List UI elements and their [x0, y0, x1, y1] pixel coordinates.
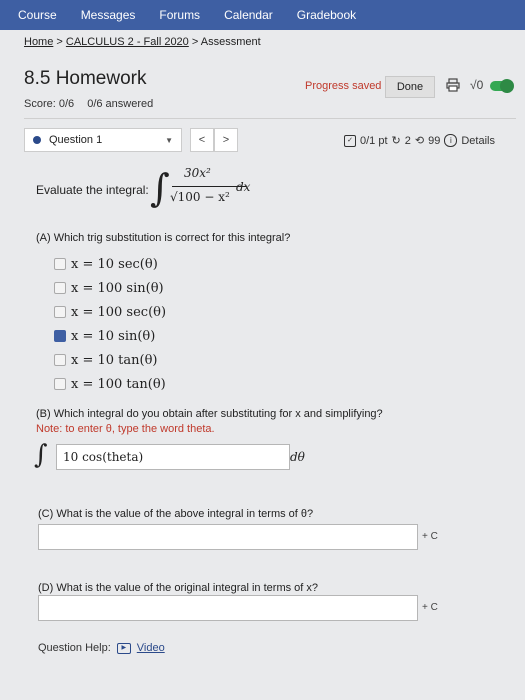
breadcrumb-sep: > [191, 36, 199, 48]
part-c-input[interactable] [38, 524, 418, 550]
evaluate-label: Evaluate the integral: [36, 183, 149, 197]
part-d-prompt: (D) What is the value of the original in… [38, 582, 319, 594]
done-button[interactable]: Done [385, 76, 435, 98]
option-checkbox[interactable] [54, 258, 66, 270]
breadcrumb-sep: > [56, 36, 63, 48]
page-title: 8.5 Homework [24, 68, 147, 89]
plus-c-label: + C [422, 531, 438, 542]
answered-text: 0/6 answered [87, 98, 154, 110]
option-list: x = 10 sec(θ) x = 100 sin(θ) x = 100 sec… [54, 252, 166, 396]
score-line: Score: 0/6 0/6 answered [24, 98, 163, 110]
prev-question-button[interactable]: < [190, 128, 214, 152]
plus-c-label: + C [422, 602, 438, 613]
option-item[interactable]: x = 10 tan(θ) [54, 348, 166, 372]
nav-course[interactable]: Course [18, 8, 57, 22]
nav-calendar[interactable]: Calendar [224, 8, 273, 22]
toggle-switch[interactable] [490, 79, 514, 93]
fraction-bar [172, 186, 246, 187]
option-checkbox[interactable] [54, 282, 66, 294]
nav-messages[interactable]: Messages [81, 8, 136, 22]
option-label: x = 10 sin(θ) [71, 328, 156, 344]
option-checkbox[interactable] [54, 306, 66, 318]
retry-icon: ↻ [391, 135, 401, 147]
option-item[interactable]: x = 10 sin(θ) [54, 324, 166, 348]
top-nav: Course Messages Forums Calendar Gradeboo… [0, 0, 525, 30]
info-icon[interactable]: i [444, 134, 458, 147]
option-label: x = 10 sec(θ) [71, 256, 158, 272]
part-b-input[interactable]: 10 cos(theta) [56, 444, 290, 470]
score-text: Score: 0/6 [24, 98, 75, 110]
retries-count: 2 [404, 134, 411, 147]
points-text: 0/1 pt [360, 134, 388, 147]
part-c-prompt: (C) What is the value of the above integ… [38, 508, 314, 520]
video-link[interactable]: Video [137, 642, 165, 654]
integral-denominator: √100 − x² [170, 190, 230, 204]
option-checkbox-selected[interactable] [54, 330, 66, 342]
option-label: x = 100 tan(θ) [71, 376, 166, 392]
integral-sign-b: ∫ [34, 440, 48, 470]
question-select-label: Question 1 [49, 134, 103, 146]
breadcrumb: Home > CALCULUS 2 - Fall 2020 > Assessme… [24, 36, 261, 48]
question-help: Question Help: ▶ Video [38, 642, 165, 654]
print-icon[interactable] [446, 78, 460, 92]
video-icon[interactable]: ▶ [116, 642, 131, 654]
checkbox-icon: ✓ [344, 134, 356, 147]
breadcrumb-current: Assessment [200, 36, 261, 48]
option-checkbox[interactable] [54, 354, 66, 366]
progress-status: Progress saved [305, 80, 382, 92]
details-link[interactable]: Details [461, 135, 495, 147]
option-label: x = 100 sec(θ) [71, 304, 167, 320]
sqrt-icon[interactable]: √0 [470, 78, 483, 92]
status-dot-icon [33, 136, 41, 144]
caret-down-icon: ▼ [165, 135, 173, 145]
part-d-input[interactable] [38, 595, 418, 621]
option-item[interactable]: x = 100 tan(θ) [54, 372, 166, 396]
integral-expression: ∫ 30x² √100 − x² dx [150, 160, 260, 220]
option-item[interactable]: x = 10 sec(θ) [54, 252, 166, 276]
option-label: x = 100 sin(θ) [71, 280, 164, 296]
option-item[interactable]: x = 100 sec(θ) [54, 300, 166, 324]
integral-sign: ∫ [150, 166, 170, 210]
divider [24, 118, 516, 119]
nav-gradebook[interactable]: Gradebook [297, 8, 356, 22]
help-label: Question Help: [38, 642, 111, 654]
attempts-icon: ⟲ [414, 135, 425, 147]
integral-numerator: 30x² [184, 166, 211, 180]
question-meta: ✓ 0/1 pt ↻ 2 ⟲ 99 i Details [344, 134, 495, 147]
breadcrumb-home[interactable]: Home [24, 36, 53, 48]
option-checkbox[interactable] [54, 378, 66, 390]
nav-forums[interactable]: Forums [159, 8, 200, 22]
option-label: x = 10 tan(θ) [71, 352, 158, 368]
attempts-count: 99 [428, 134, 441, 147]
option-item[interactable]: x = 100 sin(θ) [54, 276, 166, 300]
part-a-prompt: (A) Which trig substitution is correct f… [36, 232, 291, 244]
breadcrumb-course[interactable]: CALCULUS 2 - Fall 2020 [66, 36, 189, 48]
part-b-prompt: (B) Which integral do you obtain after s… [36, 408, 383, 420]
part-b-note: Note: to enter θ, type the word theta. [36, 423, 215, 435]
question-select[interactable]: Question 1 ▼ [24, 128, 182, 152]
dtheta-label: dθ [290, 450, 305, 464]
integral-dx: dx [236, 180, 251, 194]
next-question-button[interactable]: > [214, 128, 238, 152]
